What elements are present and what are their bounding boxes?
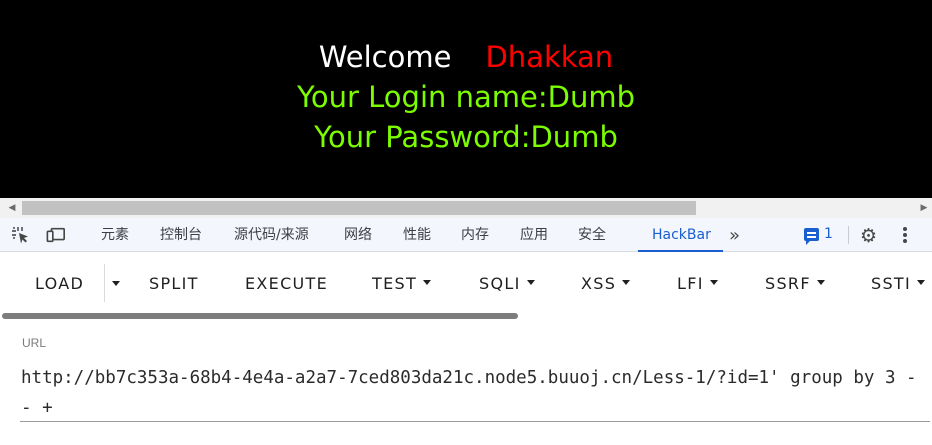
load-button[interactable]: LOAD [35,274,84,293]
gear-icon[interactable]: ⚙ [860,225,877,247]
toolbar-divider [848,226,849,244]
welcome-text: Welcome [318,40,452,74]
url-field-underline [20,421,930,422]
devtools-tab-bar: 元素 控制台 源代码/来源 网络 性能 内存 应用 安全 HackBar » 1… [0,218,932,252]
messages-count: 1 [824,226,833,242]
inspect-element-icon[interactable] [11,226,31,244]
message-icon [804,228,819,245]
chevron-down-icon [816,280,825,285]
tab-performance[interactable]: 性能 [403,218,431,252]
chevron-double-right-icon[interactable]: » [729,225,740,246]
hackbar-toolbar: LOAD SPLIT EXECUTE TEST SQLI XSS LFI SSR… [0,252,932,314]
test-menu-button[interactable]: TEST [372,274,432,293]
xss-menu-button[interactable]: XSS [581,274,631,293]
ssrf-label: SSRF [765,274,811,293]
chevron-down-icon [526,280,535,285]
sqli-label: SQLI [479,274,521,293]
password-line: Your Password:Dumb [314,120,618,154]
tab-memory[interactable]: 内存 [461,218,489,252]
lfi-label: LFI [677,274,704,293]
tab-security[interactable]: 安全 [578,218,606,252]
ssrf-menu-button[interactable]: SSRF [765,274,825,293]
url-field-label: URL [22,336,47,350]
kebab-menu-icon[interactable] [898,225,912,245]
test-label: TEST [372,274,418,293]
chevron-down-icon [917,280,926,285]
tab-elements[interactable]: 元素 [101,218,129,252]
tab-console[interactable]: 控制台 [160,218,202,252]
login-name-line: Your Login name:Dumb [297,80,635,114]
load-divider [104,264,105,302]
tab-sources[interactable]: 源代码/来源 [234,218,309,252]
scroll-left-icon[interactable]: ◀ [4,198,20,218]
hackbar-toolbar-scrollbar[interactable] [2,313,518,319]
load-dropdown-icon[interactable] [112,281,120,286]
username-text: Dhakkan [485,40,614,74]
chevron-down-icon [709,280,718,285]
lfi-menu-button[interactable]: LFI [677,274,718,293]
ssti-label: SSTI [871,274,912,293]
chevron-down-icon [622,280,631,285]
page-horizontal-scrollbar[interactable]: ◀ ▶ [0,198,932,218]
welcome-line: Welcome Dhakkan [0,40,932,74]
page-viewport: Welcome Dhakkan Your Login name:Dumb Your… [0,0,932,198]
chevron-down-icon [423,280,432,285]
tab-application[interactable]: 应用 [520,218,548,252]
tab-hackbar[interactable]: HackBar [638,218,723,252]
sqli-menu-button[interactable]: SQLI [479,274,535,293]
tab-network[interactable]: 网络 [344,218,372,252]
ssti-menu-button[interactable]: SSTI [871,274,926,293]
xss-label: XSS [581,274,617,293]
url-textarea[interactable]: http://bb7c353a-68b4-4e4a-a2a7-7ced803da… [21,363,926,423]
scrollbar-thumb[interactable] [22,201,696,215]
device-toolbar-icon[interactable] [46,226,66,244]
scroll-right-icon[interactable]: ▶ [916,198,932,218]
execute-button[interactable]: EXECUTE [245,274,328,293]
messages-button[interactable]: 1 [804,226,844,245]
split-button[interactable]: SPLIT [149,274,199,293]
